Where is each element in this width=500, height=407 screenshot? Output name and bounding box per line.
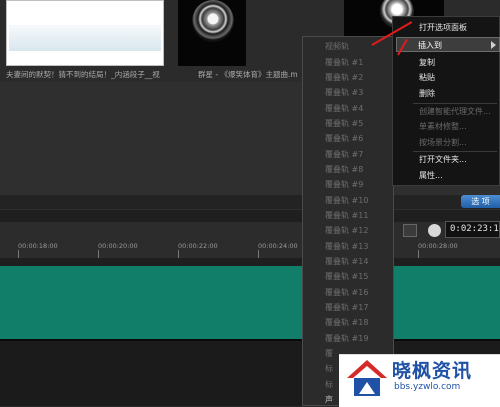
- submenu-item-overlay-6[interactable]: 覆叠轨 #6: [325, 133, 363, 144]
- submenu-item-overlay-19[interactable]: 覆叠轨 #19: [325, 333, 368, 344]
- audio-track-clip[interactable]: [0, 266, 500, 339]
- submenu-item-overlay-11[interactable]: 覆叠轨 #11: [325, 210, 368, 221]
- menu-open-folder[interactable]: 打开文件夹...: [419, 154, 467, 165]
- speaker-icon: [192, 0, 234, 42]
- menu-open-options-panel[interactable]: 打开选项面板: [419, 22, 467, 33]
- submenu-item-overlay-13[interactable]: 覆叠轨 #13: [325, 241, 368, 252]
- menu-delete[interactable]: 删除: [419, 88, 435, 99]
- fit-timeline-icon[interactable]: [403, 224, 417, 237]
- submenu-item-overlay-15[interactable]: 覆叠轨 #15: [325, 271, 368, 282]
- ruler-label: 00:00:22:00: [178, 242, 218, 250]
- submenu-item-overlay-12[interactable]: 覆叠轨 #12: [325, 225, 368, 236]
- submenu-item-overlay-16[interactable]: 覆叠轨 #16: [325, 287, 368, 298]
- submenu-item-title-1[interactable]: 标: [325, 363, 333, 374]
- thumbnail-sky: [9, 25, 161, 51]
- submenu-arrow-icon: [491, 41, 496, 49]
- submenu-item-overlay-7[interactable]: 覆叠轨 #7: [325, 149, 363, 160]
- menu-insert-to-label: 插入到: [418, 41, 442, 50]
- clip-caption: 夫妻间的默契！猜不到的结局！_内涵段子__视: [6, 70, 160, 79]
- menu-paste[interactable]: 粘贴: [419, 72, 435, 83]
- submenu-item-video-track[interactable]: 视频轨: [325, 41, 349, 52]
- ruler-label: 00:00:20:00: [98, 242, 138, 250]
- submenu-item-voice-track[interactable]: 声: [325, 394, 333, 405]
- ruler-tick: [258, 250, 259, 258]
- ruler-label: 00:00:18:00: [18, 242, 58, 250]
- library-bottom-bar: [0, 195, 500, 209]
- submenu-item-overlay-20[interactable]: 覆: [325, 348, 333, 359]
- submenu-item-overlay-1[interactable]: 覆叠轨 #1: [325, 57, 363, 68]
- submenu-item-overlay-18[interactable]: 覆叠轨 #18: [325, 317, 368, 328]
- timecode-display[interactable]: 0:02:23:19: [445, 221, 500, 238]
- ruler-tick: [18, 250, 19, 258]
- menu-single-trim[interactable]: 单素材修整...: [419, 121, 467, 132]
- video-thumbnail[interactable]: [6, 0, 164, 66]
- watermark-title: 晓枫资讯: [392, 360, 473, 382]
- ruler-label: 00:00:28:00: [418, 242, 458, 250]
- submenu-item-title-2[interactable]: 标: [325, 379, 333, 390]
- submenu-item-overlay-3[interactable]: 覆叠轨 #3: [325, 87, 363, 98]
- clip-caption: 群星 - 《爆笑体育》主题曲.m: [198, 70, 298, 79]
- submenu-item-overlay-17[interactable]: 覆叠轨 #17: [325, 302, 368, 313]
- menu-separator: [413, 151, 497, 152]
- watermark-url: bbs.yzwlo.com: [394, 382, 461, 392]
- submenu-item-overlay-9[interactable]: 覆叠轨 #9: [325, 179, 363, 190]
- submenu-item-overlay-2[interactable]: 覆叠轨 #2: [325, 72, 363, 83]
- clock-icon[interactable]: [428, 224, 441, 237]
- menu-separator: [413, 103, 497, 104]
- insert-to-submenu: 视频轨 覆叠轨 #1 覆叠轨 #2 覆叠轨 #3 覆叠轨 #4 覆叠轨 #5 覆…: [302, 36, 394, 406]
- menu-properties[interactable]: 属性...: [419, 170, 443, 181]
- ruler-tick: [418, 250, 419, 258]
- options-tab[interactable]: 选 项: [461, 195, 500, 208]
- ruler-tick: [178, 250, 179, 258]
- timeline-ruler[interactable]: [0, 222, 500, 258]
- ruler-label: 00:00:24:00: [258, 242, 298, 250]
- submenu-item-overlay-10[interactable]: 覆叠轨 #10: [325, 195, 368, 206]
- submenu-item-overlay-4[interactable]: 覆叠轨 #4: [325, 103, 363, 114]
- submenu-item-overlay-8[interactable]: 覆叠轨 #8: [325, 164, 363, 175]
- submenu-item-overlay-14[interactable]: 覆叠轨 #14: [325, 256, 368, 267]
- menu-insert-to[interactable]: 插入到: [396, 37, 500, 52]
- submenu-item-overlay-5[interactable]: 覆叠轨 #5: [325, 118, 363, 129]
- menu-create-proxy[interactable]: 创建智能代理文件...: [419, 106, 491, 117]
- watermark-logo-icon: [347, 360, 387, 396]
- audio-thumbnail[interactable]: [178, 0, 246, 66]
- menu-split-by-scene[interactable]: 按场景分割...: [419, 137, 467, 148]
- ruler-tick: [98, 250, 99, 258]
- menu-copy[interactable]: 复制: [419, 57, 435, 68]
